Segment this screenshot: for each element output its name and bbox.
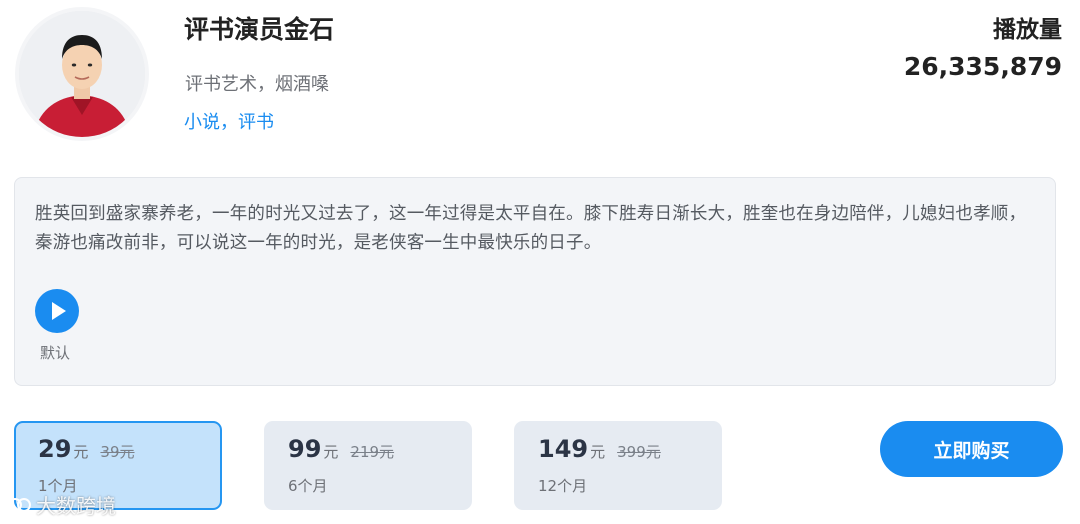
play-count-value: 26,335,879 bbox=[903, 52, 1062, 81]
plan-price-unit: 元 bbox=[590, 443, 606, 461]
plan-price-value: 29 bbox=[38, 435, 72, 463]
category-tags[interactable]: 小说，评书 bbox=[184, 108, 274, 134]
watermark-logo-icon bbox=[8, 497, 31, 512]
plan-price-unit: 元 bbox=[323, 443, 339, 461]
plan-12-months[interactable]: 149 元 399元 12个月 bbox=[514, 421, 722, 510]
voice-label: 默认 bbox=[40, 344, 71, 362]
plan-price-unit: 元 bbox=[73, 443, 89, 461]
plan-original-price: 39元 bbox=[100, 443, 135, 461]
buy-now-button[interactable]: 立即购买 bbox=[880, 421, 1063, 477]
description-panel: 胜英回到盛家寨养老，一年的时光又过去了，这一年过得是太平自在。膝下胜寿日渐长大，… bbox=[14, 177, 1056, 386]
plan-6-months[interactable]: 99 元 219元 6个月 bbox=[264, 421, 472, 510]
performer-name: 评书演员金石 bbox=[184, 15, 335, 44]
plan-price: 149 元 399元 bbox=[538, 435, 661, 463]
plan-original-price: 219元 bbox=[350, 443, 395, 461]
plan-price-value: 149 bbox=[538, 435, 589, 463]
play-count-label: 播放量 bbox=[993, 17, 1062, 43]
description-text: 胜英回到盛家寨养老，一年的时光又过去了，这一年过得是太平自在。膝下胜寿日渐长大，… bbox=[35, 204, 1027, 253]
plan-price: 29 元 39元 bbox=[38, 435, 135, 463]
watermark-text: 大数跨境 bbox=[36, 494, 116, 518]
plan-period: 12个月 bbox=[538, 477, 588, 495]
plan-price-value: 99 bbox=[288, 435, 322, 463]
play-icon bbox=[52, 302, 66, 320]
plan-price: 99 元 219元 bbox=[288, 435, 394, 463]
watermark: 大数跨境 bbox=[8, 490, 116, 519]
avatar bbox=[15, 7, 149, 141]
performer-subtitle: 评书艺术，烟酒嗓 bbox=[185, 74, 329, 95]
play-button[interactable] bbox=[35, 289, 79, 333]
plan-original-price: 399元 bbox=[617, 443, 661, 461]
avatar-photo bbox=[19, 11, 145, 137]
plan-period: 6个月 bbox=[288, 477, 328, 495]
